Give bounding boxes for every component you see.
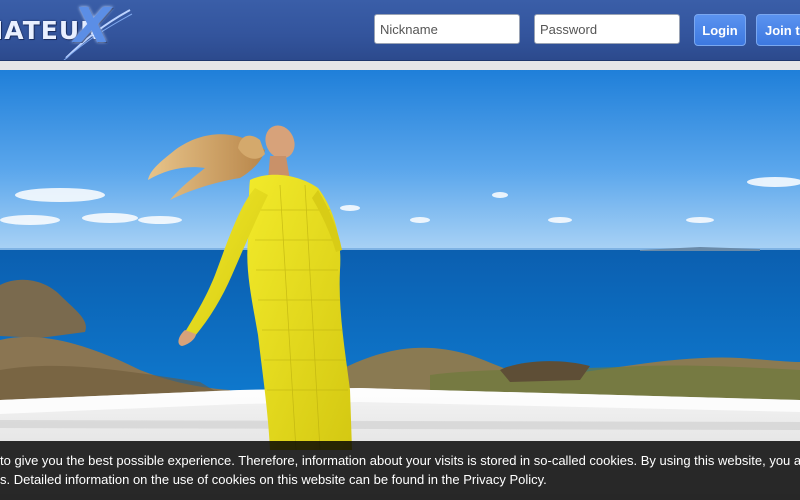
hero-illustration	[0, 70, 800, 500]
login-button[interactable]: Login	[694, 14, 746, 46]
hero-image	[0, 70, 800, 500]
password-input[interactable]	[534, 14, 680, 44]
page: IATEUR X Login Join t	[0, 0, 800, 500]
header-bar: IATEUR X Login Join t	[0, 0, 800, 61]
cookie-text-line-2: s. Detailed information on the use of co…	[0, 472, 547, 487]
nickname-input[interactable]	[374, 14, 520, 44]
site-logo[interactable]: IATEUR X	[0, 2, 134, 60]
join-button[interactable]: Join t	[756, 14, 800, 46]
logo-x-mark: X	[74, 0, 112, 54]
cookie-banner: to give you the best possible experience…	[0, 441, 800, 500]
cookie-text-line-1: to give you the best possible experience…	[0, 453, 800, 468]
header-divider	[0, 61, 800, 70]
